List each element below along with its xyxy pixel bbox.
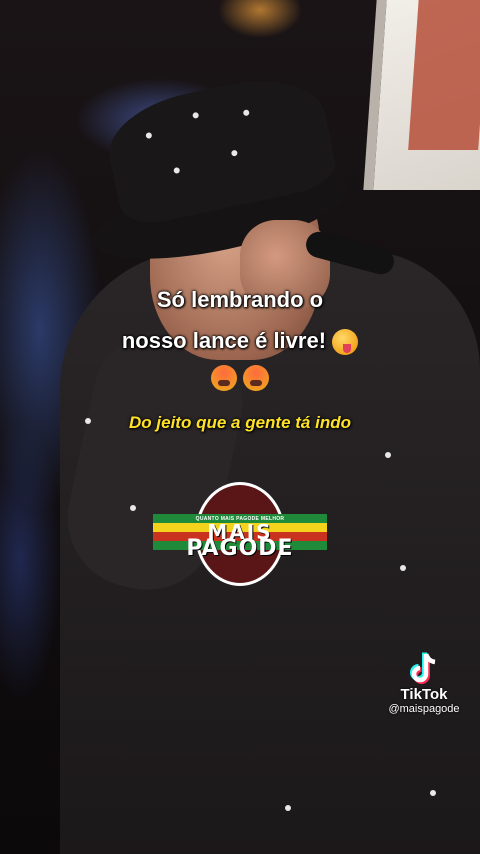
- video-frame[interactable]: Só lembrando o nosso lance é livre! Do j…: [0, 0, 480, 854]
- tiktok-handle: @maispagode: [388, 703, 460, 715]
- shirt-stud: [430, 790, 436, 796]
- hot-face-icon: [210, 365, 237, 392]
- shirt-stud: [285, 805, 291, 811]
- tiktok-note-icon: [404, 648, 444, 688]
- tiktok-watermark: TikTok @maispagode: [376, 648, 472, 715]
- caption-line-2: nosso lance é livre!: [0, 328, 480, 356]
- caption-line-2-text: nosso lance é livre!: [121, 328, 327, 353]
- hot-face-icon: [243, 365, 270, 392]
- shirt-stud: [400, 565, 406, 571]
- caption-emoji-row: [0, 364, 480, 392]
- caption-line-1: Só lembrando o: [156, 287, 324, 312]
- shirt-stud: [385, 452, 391, 458]
- tiktok-brand: TikTok: [400, 686, 448, 703]
- logo-word-pagode: PAGODE: [186, 536, 294, 561]
- stage-panel: [363, 0, 480, 190]
- caption-subtitle: Do jeito que a gente tá indo: [129, 413, 351, 432]
- winking-face-with-tongue-icon: [332, 329, 359, 356]
- shirt-stud: [130, 505, 136, 511]
- mais-pagode-logo: QUANTO MAIS PAGODE MELHOR MAIS PAGODE: [150, 480, 330, 590]
